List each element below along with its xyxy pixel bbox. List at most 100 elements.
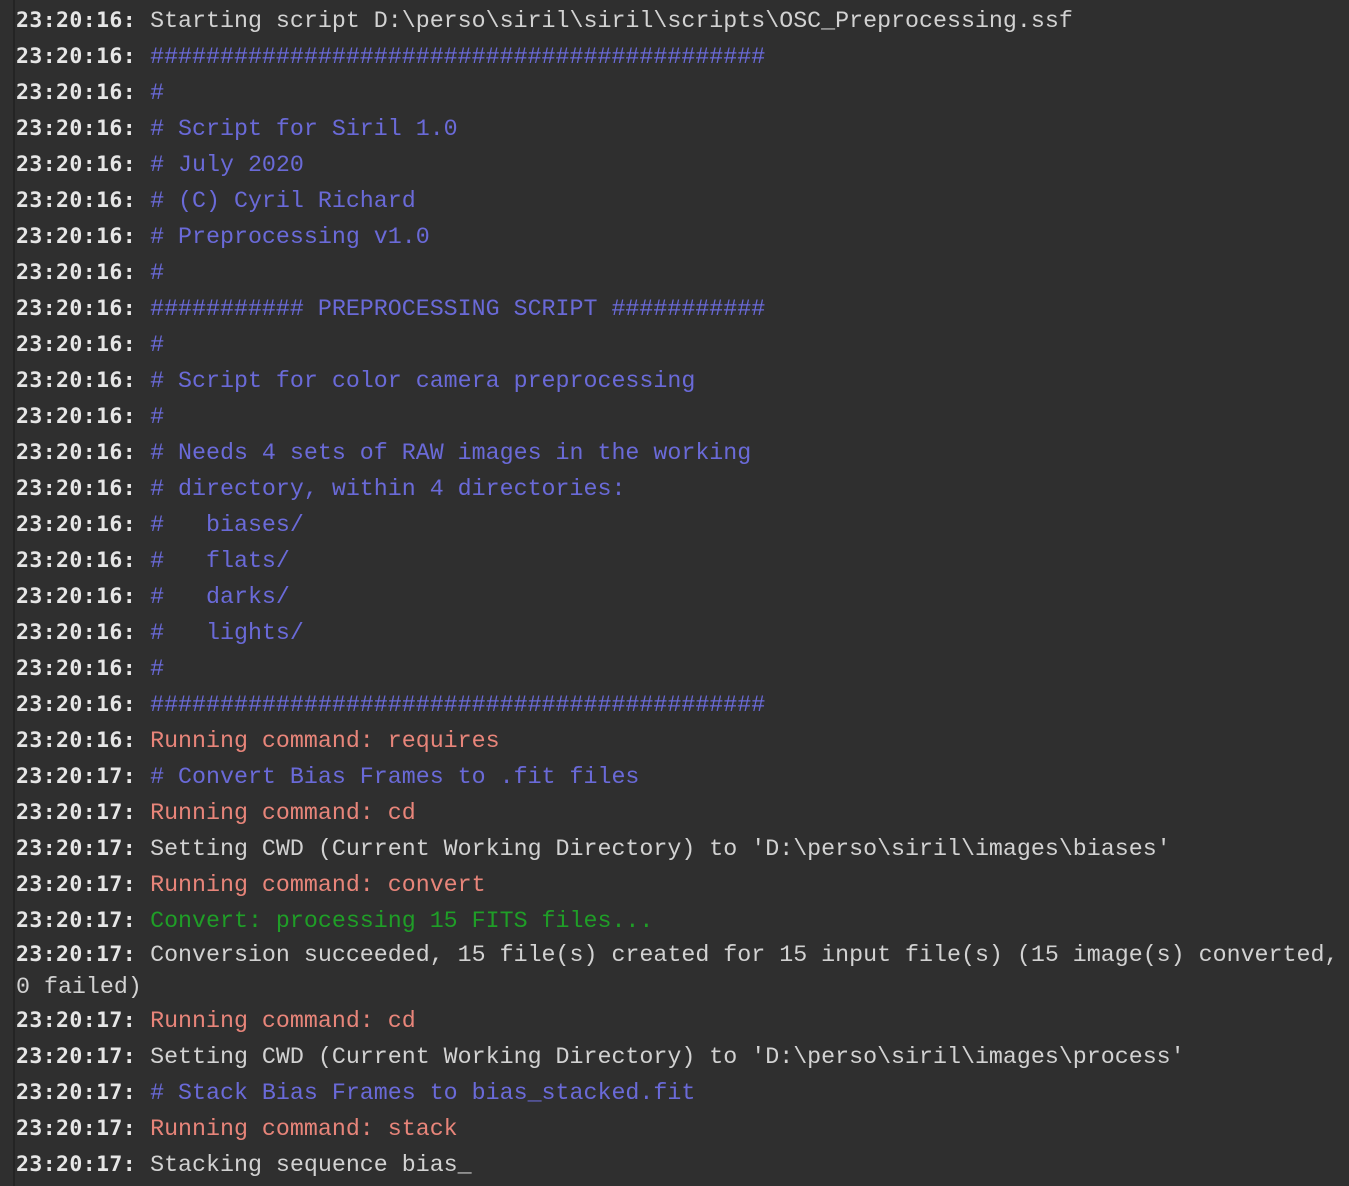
- log-separator: [136, 152, 150, 178]
- log-separator: [136, 44, 150, 70]
- log-message-command: Running command: cd: [150, 1008, 416, 1034]
- log-timestamp: 23:20:17:: [16, 1080, 137, 1105]
- log-line: 23:20:17: Stacking sequence bias_: [16, 1147, 1349, 1183]
- log-message-comment: # flats/: [150, 548, 290, 574]
- log-timestamp: 23:20:17:: [16, 1044, 137, 1069]
- log-line: 23:20:16: Running command: requires: [16, 723, 1349, 759]
- left-border-divider: [13, 0, 15, 1186]
- log-separator: [136, 332, 150, 358]
- log-timestamp: 23:20:16:: [16, 728, 137, 753]
- log-separator: [136, 836, 150, 862]
- log-line: 23:20:17: Running command: convert: [16, 867, 1349, 903]
- log-timestamp: 23:20:17:: [16, 872, 137, 897]
- log-line: 23:20:16: # biases/: [16, 507, 1349, 543]
- log-separator: [136, 764, 150, 790]
- log-line: 23:20:16: #: [16, 255, 1349, 291]
- log-timestamp: 23:20:17:: [16, 908, 137, 933]
- log-message-comment: # Needs 4 sets of RAW images in the work…: [150, 440, 752, 466]
- log-line: 23:20:16: Starting script D:\perso\siril…: [16, 3, 1349, 39]
- log-message-command: Running command: stack: [150, 1116, 458, 1142]
- log-timestamp: 23:20:16:: [16, 584, 137, 609]
- log-line: 23:20:16: #: [16, 399, 1349, 435]
- log-separator: [136, 942, 150, 968]
- log-line: 23:20:17: Conversion succeeded, 15 file(…: [16, 939, 1349, 1003]
- log-message-normal: Starting script D:\perso\siril\siril\scr…: [150, 8, 1073, 34]
- console-log-panel[interactable]: 23:20:16: Starting script D:\perso\siril…: [0, 0, 1349, 1186]
- log-timestamp: 23:20:16:: [16, 296, 137, 321]
- log-message-comment: # Convert Bias Frames to .fit files: [150, 764, 640, 790]
- log-separator: [136, 440, 150, 466]
- log-separator: [136, 800, 150, 826]
- log-timestamp: 23:20:16:: [16, 332, 137, 357]
- log-message-normal: Setting CWD (Current Working Directory) …: [150, 836, 1171, 862]
- log-timestamp: 23:20:16:: [16, 476, 137, 501]
- log-separator: [136, 116, 150, 142]
- log-message-comment: #: [150, 260, 165, 286]
- log-line: 23:20:16: # darks/: [16, 579, 1349, 615]
- log-line: 23:20:16: # Needs 4 sets of RAW images i…: [16, 435, 1349, 471]
- log-separator: [136, 908, 150, 934]
- log-message-comment: #: [150, 404, 165, 430]
- log-timestamp: 23:20:16:: [16, 224, 137, 249]
- log-line: 23:20:16: # July 2020: [16, 147, 1349, 183]
- log-separator: [136, 692, 150, 718]
- log-timestamp: 23:20:16:: [16, 656, 137, 681]
- log-message-normal: Setting CWD (Current Working Directory) …: [150, 1044, 1185, 1070]
- log-separator: [136, 1008, 150, 1034]
- log-message-comment: # Script for color camera preprocessing: [150, 368, 696, 394]
- log-timestamp: 23:20:17:: [16, 1152, 137, 1177]
- log-message-comment: # Script for Siril 1.0: [150, 116, 458, 142]
- log-timestamp: 23:20:16:: [16, 152, 137, 177]
- log-message-comment: #: [150, 80, 165, 106]
- log-separator: [136, 872, 150, 898]
- log-timestamp: 23:20:16:: [16, 548, 137, 573]
- log-timestamp: 23:20:16:: [16, 620, 137, 645]
- log-timestamp: 23:20:17:: [16, 764, 137, 789]
- log-separator: [136, 728, 150, 754]
- log-line: 23:20:16: ##############################…: [16, 687, 1349, 723]
- log-message-normal: Stacking sequence bias_: [150, 1152, 472, 1178]
- log-message-comment: # lights/: [150, 620, 304, 646]
- log-separator: [136, 1080, 150, 1106]
- log-message-comment: # (C) Cyril Richard: [150, 188, 416, 214]
- log-separator: [136, 296, 150, 322]
- log-message-command: Running command: convert: [150, 872, 486, 898]
- log-timestamp: 23:20:17:: [16, 1116, 137, 1141]
- log-line: 23:20:16: # Script for Siril 1.0: [16, 111, 1349, 147]
- log-message-comment: # Stack Bias Frames to bias_stacked.fit: [150, 1080, 696, 1106]
- log-message-comment: #: [150, 332, 165, 358]
- log-message-comment: #: [150, 656, 165, 682]
- log-line: 23:20:16: # Preprocessing v1.0: [16, 219, 1349, 255]
- log-separator: [136, 620, 150, 646]
- log-message-comment: # biases/: [150, 512, 304, 538]
- log-timestamp: 23:20:17:: [16, 1008, 137, 1033]
- log-separator: [136, 404, 150, 430]
- log-line: 23:20:17: Setting CWD (Current Working D…: [16, 1039, 1349, 1075]
- log-timestamp: 23:20:17:: [16, 942, 137, 967]
- log-separator: [136, 1152, 150, 1178]
- log-timestamp: 23:20:16:: [16, 44, 137, 69]
- log-separator: [136, 224, 150, 250]
- log-separator: [136, 512, 150, 538]
- log-timestamp: 23:20:16:: [16, 116, 137, 141]
- log-timestamp: 23:20:16:: [16, 440, 137, 465]
- log-message-comment: # Preprocessing v1.0: [150, 224, 430, 250]
- log-timestamp: 23:20:16:: [16, 8, 137, 33]
- log-line: 23:20:17: # Convert Bias Frames to .fit …: [16, 759, 1349, 795]
- log-message-comment: # July 2020: [150, 152, 304, 178]
- log-timestamp: 23:20:16:: [16, 80, 137, 105]
- log-line: 23:20:17: # Stack Bias Frames to bias_st…: [16, 1075, 1349, 1111]
- log-separator: [136, 656, 150, 682]
- log-timestamp: 23:20:16:: [16, 368, 137, 393]
- log-line: 23:20:16: # directory, within 4 director…: [16, 471, 1349, 507]
- log-timestamp: 23:20:16:: [16, 260, 137, 285]
- log-separator: [136, 8, 150, 34]
- log-separator: [136, 476, 150, 502]
- log-message-comment: # directory, within 4 directories:: [150, 476, 626, 502]
- log-line: 23:20:16: #: [16, 75, 1349, 111]
- log-list: 23:20:16: Starting script D:\perso\siril…: [16, 3, 1349, 1183]
- log-line: 23:20:16: ##############################…: [16, 39, 1349, 75]
- log-line: 23:20:17: Running command: cd: [16, 795, 1349, 831]
- log-line: 23:20:16: # flats/: [16, 543, 1349, 579]
- log-separator: [136, 584, 150, 610]
